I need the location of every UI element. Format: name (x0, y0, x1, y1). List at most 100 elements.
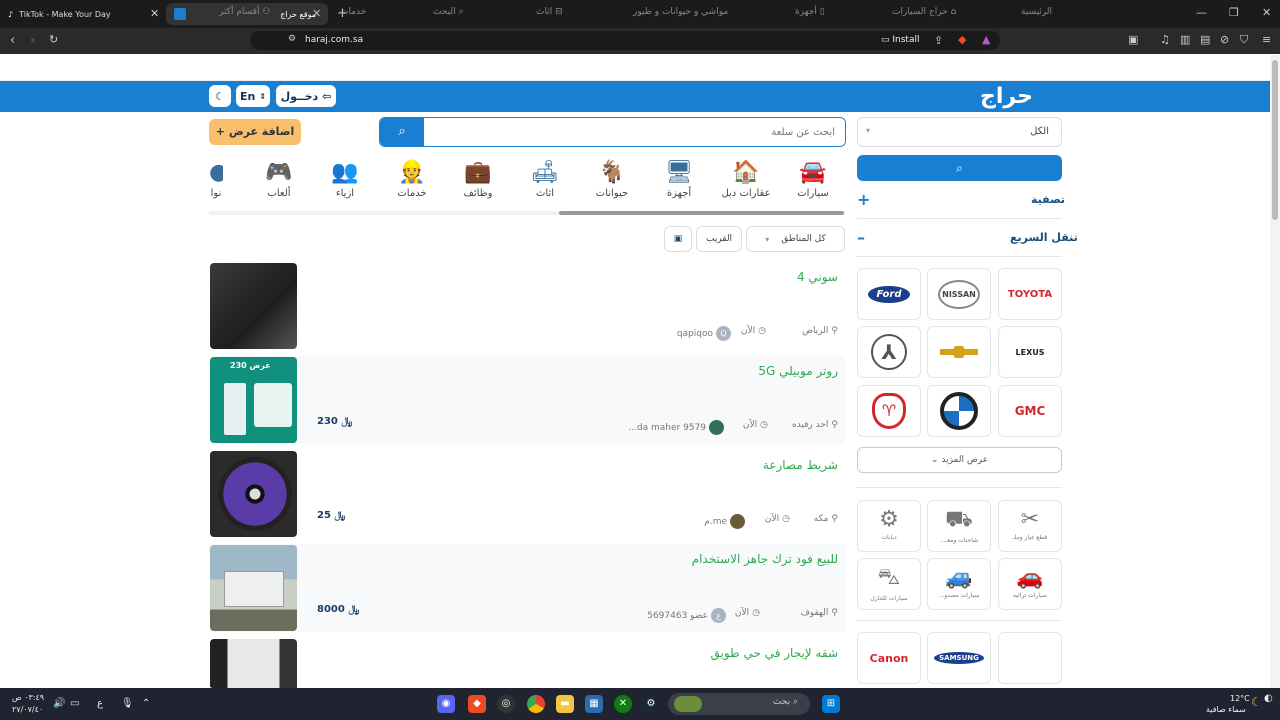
listing-title[interactable]: شقه لإيجار في حي طويق (711, 646, 838, 660)
windows-start-icon[interactable]: ⊞ (822, 695, 840, 713)
listing-user[interactable]: ع عضو 5697463 (647, 608, 726, 623)
store-icon[interactable]: ▦ (585, 695, 603, 713)
brand-nissan[interactable]: NISSAN (927, 268, 991, 320)
listing-image[interactable] (210, 545, 297, 631)
listing-image[interactable] (210, 451, 297, 537)
search-input[interactable] (424, 118, 845, 146)
app-icon[interactable]: ◎ (497, 695, 515, 713)
brand-ford[interactable]: Ford (857, 268, 921, 320)
close-tab-icon[interactable]: ✕ (312, 7, 321, 20)
forward-icon[interactable]: › (30, 33, 35, 48)
category-fashion[interactable]: 👥 ازياء (319, 160, 371, 199)
category-real-estate[interactable]: 🏠 عقارات دبل (720, 160, 772, 199)
listing-card[interactable]: عرض 230 روتر موبيلي 5G ⚲ احد رفيده ◷ الآن … (209, 356, 846, 444)
filter-title[interactable]: تصفية (1031, 193, 1065, 206)
file-explorer-icon[interactable]: ▬ (556, 695, 574, 713)
show-more-button[interactable]: عرض المزيد ⌄ (857, 447, 1062, 473)
weather-temp[interactable]: 12°C (1230, 694, 1250, 703)
listing-user[interactable]: da maher 9579... (628, 420, 724, 435)
nav-livestock[interactable]: مواشي و حيوانات و طيور (633, 7, 728, 17)
search-button[interactable]: ⌕ (380, 118, 424, 146)
brand-mercedes[interactable]: ⅄ (857, 326, 921, 378)
listing-card[interactable]: سوني 4 ⚲ الرياض ◷ الآن Qqapiqoo (209, 262, 846, 350)
brand-canon[interactable]: Canon (857, 632, 921, 684)
category-trucks[interactable]: ⛟ شاحنات ومعـ... (927, 500, 991, 552)
category-games[interactable]: 🎮 ألعاب (253, 160, 305, 199)
brand-lexus[interactable]: LEXUS (998, 326, 1062, 378)
share-icon[interactable]: ⇪ (934, 34, 943, 47)
taskbar-search[interactable]: ⌕ بحث (668, 693, 810, 715)
search-box[interactable]: ⌕ (379, 117, 846, 147)
category-jobs[interactable]: 💼 وظائف (452, 160, 504, 199)
category-spare-parts[interactable]: ✂ قطع غيار وملـ (998, 500, 1062, 552)
quick-nav-title[interactable]: تنقل السريع (1010, 231, 1078, 244)
wallet-icon[interactable]: ▤ (1200, 33, 1210, 46)
language-select[interactable]: En ⇕ (236, 85, 270, 107)
page-scroll-thumb[interactable] (1272, 60, 1278, 220)
side-search-button[interactable]: ⌕ (857, 155, 1062, 181)
discord-icon[interactable]: ◉ (437, 695, 455, 713)
category-furniture[interactable]: 🛋 اثاث (519, 160, 571, 199)
collapse-minus-icon[interactable]: – (857, 228, 865, 247)
nav-services[interactable]: خدمات (340, 7, 366, 17)
listing-title[interactable]: للبيع فود ترك جاهز الاستخدام (692, 552, 838, 566)
brand-chevrolet[interactable] (927, 326, 991, 378)
ime-language[interactable]: ع (97, 698, 103, 709)
listing-card[interactable]: شريط مصارعة ⚲ مكه ◷ الآن me.م 25 ﷼ (209, 450, 846, 538)
brand-apple[interactable] (998, 632, 1062, 684)
brand-bmw[interactable] (927, 385, 991, 437)
expand-plus-icon[interactable]: + (857, 190, 870, 209)
brand-toyota[interactable]: TOYOTA (998, 268, 1062, 320)
category-damaged-cars[interactable]: 🚙 سيارات مصدو... (927, 558, 991, 610)
brave-rewards-icon[interactable]: ▲ (982, 33, 990, 46)
back-icon[interactable]: ‹ (10, 33, 15, 48)
nav-cars[interactable]: ⌂ حراج السيارات (892, 7, 956, 17)
category-transfer-cars[interactable]: ⛍ سيارات للتنازل (857, 558, 921, 610)
listing-title[interactable]: روتر موبيلي 5G (758, 364, 838, 378)
tray-chevron-icon[interactable]: ⌃ (142, 698, 150, 709)
tab-tiktok[interactable]: ♪ TikTok - Make Your Day (0, 3, 164, 25)
brand-ram[interactable]: ♈ (857, 385, 921, 437)
nav-more-sections[interactable]: ⚇ أقسام أكثر (219, 7, 270, 17)
brave-vpn-icon[interactable]: ⛉ (1240, 33, 1248, 47)
category-select[interactable]: الكل ▾ (857, 117, 1062, 147)
category-services[interactable]: 👷 خدمات (386, 160, 438, 199)
nearby-button[interactable]: القريب (696, 226, 742, 252)
brave-shield-icon[interactable]: ◆ (958, 33, 966, 46)
listing-card[interactable]: شقه لإيجار في حي طويق (209, 638, 846, 688)
close-tab-icon[interactable]: ✕ (150, 7, 159, 20)
chrome-icon[interactable] (527, 695, 545, 713)
category-cars[interactable]: 🚘 سيارات (787, 160, 839, 199)
listing-card[interactable]: للبيع فود ترك جاهز الاستخدام ⚲ الهفوف ◷ ال… (209, 544, 846, 632)
notification-icon[interactable]: ◐ (1264, 693, 1273, 704)
brand-samsung[interactable]: SAMSUNG (927, 632, 991, 684)
saved-searches-button[interactable]: ▣ (664, 226, 692, 252)
haraj-logo[interactable]: حراج (980, 84, 1033, 109)
nav-home[interactable]: الرئيسية (1021, 7, 1052, 17)
nav-search[interactable]: ⌕ البحث (433, 7, 464, 17)
brave-icon[interactable]: ◆ (468, 695, 486, 713)
listing-user[interactable]: Qqapiqoo (677, 326, 731, 341)
nav-furniture[interactable]: ⊟ اثاث (536, 7, 563, 17)
clock-time[interactable]: ٠٣:٤٩ ص (12, 693, 44, 702)
media-icon[interactable]: ♫ (1160, 33, 1170, 46)
steam-icon[interactable]: ⚙ (642, 695, 660, 713)
microphone-icon[interactable]: 🎙 (121, 698, 134, 709)
category-devices[interactable]: 🖥 أجهزة (653, 160, 705, 199)
category-partial[interactable]: ● نوا (209, 160, 223, 199)
listing-user[interactable]: me.م (704, 514, 745, 529)
vpn-icon[interactable]: ⊘ (1220, 33, 1229, 46)
weather-text[interactable]: سماء صافية (1206, 705, 1246, 714)
screenshot-icon[interactable]: ▣ (1128, 33, 1138, 46)
brand-gmc[interactable]: GMC (998, 385, 1062, 437)
listing-title[interactable]: شريط مصارعة (763, 458, 838, 472)
url-text[interactable]: haraj.com.sa (305, 35, 363, 45)
sidebar-icon[interactable]: ▥ (1180, 33, 1190, 46)
dark-mode-toggle[interactable]: ☾ (209, 85, 231, 107)
category-atv[interactable]: ⚙ دبابات (857, 500, 921, 552)
reload-icon[interactable]: ↻ (49, 33, 58, 46)
clock-date[interactable]: ٢٧/٠٧/٤٠ (12, 705, 43, 714)
listing-image[interactable]: عرض 230 (210, 357, 297, 443)
region-select[interactable]: كل المناطق ▾ (746, 226, 845, 252)
category-animals[interactable]: 🐐 حيوانات (586, 160, 638, 199)
